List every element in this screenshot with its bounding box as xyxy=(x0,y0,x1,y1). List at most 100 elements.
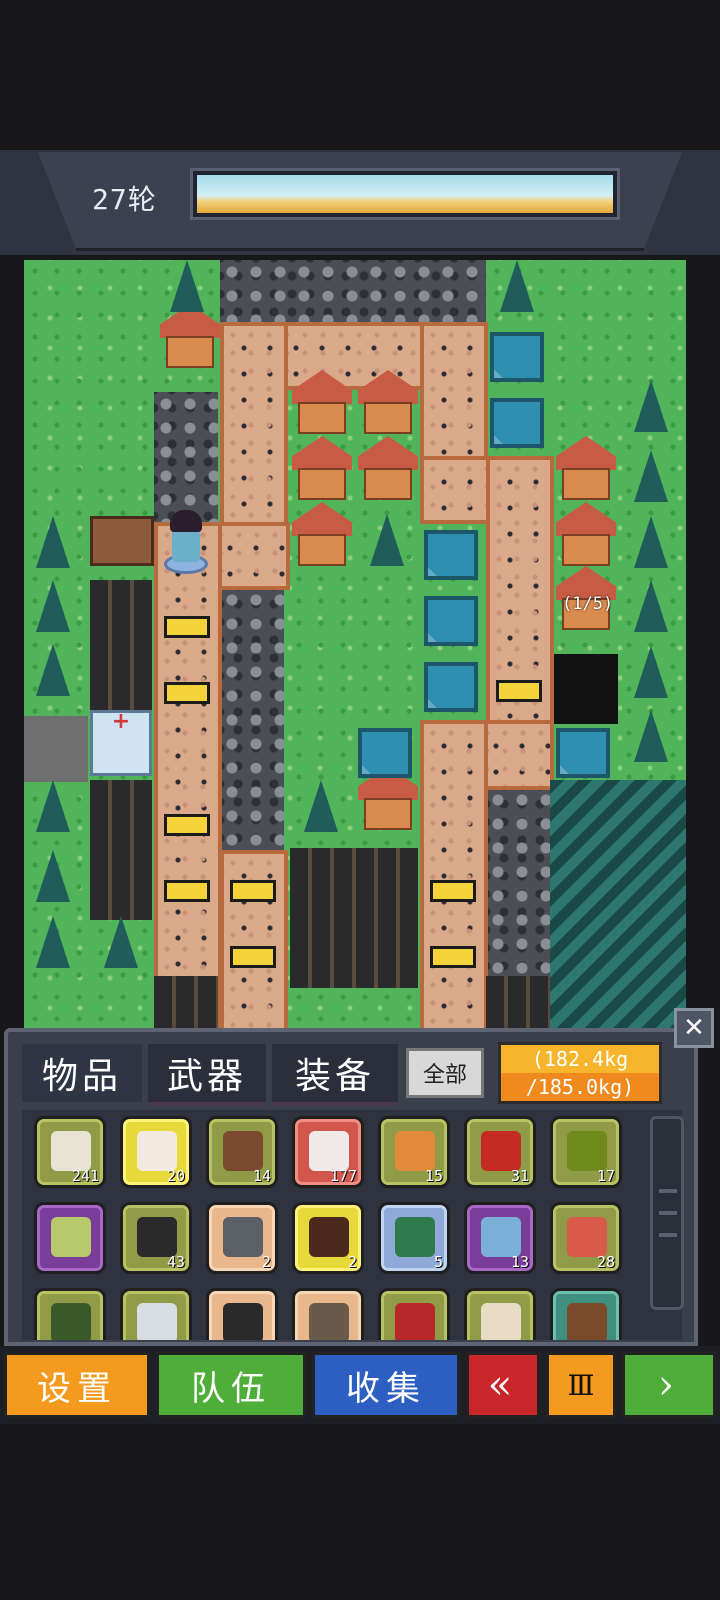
inventory-slot[interactable]: 31 xyxy=(464,1116,536,1188)
water-pool xyxy=(424,596,478,646)
house[interactable] xyxy=(556,436,616,502)
pine-tree xyxy=(500,260,534,312)
game-map[interactable]: (1/5) xyxy=(24,260,686,1050)
parking-lot xyxy=(24,716,88,782)
item-count: 13 xyxy=(510,1253,529,1271)
inventory-slot[interactable]: 177 xyxy=(292,1116,364,1188)
water-pool xyxy=(424,530,478,580)
pine-tree xyxy=(634,516,668,568)
hospital[interactable] xyxy=(90,710,152,776)
dense-forest xyxy=(550,780,686,1050)
item-count: 177 xyxy=(329,1167,357,1185)
inventory-slot[interactable] xyxy=(206,1288,278,1340)
cloth-icon xyxy=(137,1303,177,1340)
item-count: 2 xyxy=(261,1253,271,1271)
apple-icon xyxy=(567,1131,607,1171)
pause-button[interactable]: Ⅲ xyxy=(546,1352,616,1418)
pine-tree xyxy=(36,780,70,832)
inventory-grid: 241 20 14 177 15 31 17 43 2 2 5 13 28 xyxy=(22,1110,682,1340)
inventory-slot[interactable]: 13 xyxy=(464,1202,536,1274)
scroll-grip xyxy=(659,1211,677,1215)
pine-tree xyxy=(634,380,668,432)
inventory-slot[interactable] xyxy=(120,1288,192,1340)
chili-pepper-icon xyxy=(481,1131,521,1171)
crop-field xyxy=(90,780,152,920)
inventory-slot[interactable]: 15 xyxy=(378,1116,450,1188)
boots-icon xyxy=(137,1217,177,1257)
tab-equipment[interactable]: 装备 xyxy=(272,1044,398,1106)
bus-vehicle xyxy=(164,616,210,638)
inventory-slot[interactable] xyxy=(34,1288,106,1340)
pine-tree xyxy=(304,780,338,832)
collect-button[interactable]: 收集 xyxy=(312,1352,460,1418)
house[interactable] xyxy=(358,436,418,502)
bus-vehicle xyxy=(230,946,276,968)
liquor-bottle-icon xyxy=(309,1217,349,1257)
item-count: 14 xyxy=(252,1167,271,1185)
house[interactable] xyxy=(358,370,418,436)
rifle-icon xyxy=(223,1217,263,1257)
bus-vehicle xyxy=(164,880,210,902)
rewind-button[interactable]: « xyxy=(466,1352,540,1418)
house[interactable] xyxy=(292,502,352,568)
item-count: 28 xyxy=(596,1253,615,1271)
bus-vehicle xyxy=(430,946,476,968)
inventory-slot[interactable] xyxy=(292,1288,364,1340)
water-pool xyxy=(424,662,478,712)
pine-tree xyxy=(634,580,668,632)
play-button[interactable]: › xyxy=(622,1352,716,1418)
bus-vehicle xyxy=(164,814,210,836)
crop-field xyxy=(290,848,418,988)
inventory-slot[interactable]: 20 xyxy=(120,1116,192,1188)
inventory-slot[interactable]: 28 xyxy=(550,1202,622,1274)
weight-current: (182.4kg xyxy=(531,1047,629,1071)
pine-tree xyxy=(634,646,668,698)
bus-vehicle xyxy=(230,880,276,902)
meat-can-icon xyxy=(567,1217,607,1257)
tab-weapons[interactable]: 武器 xyxy=(148,1044,266,1106)
inventory-slot[interactable]: 14 xyxy=(206,1116,278,1188)
bus-vehicle xyxy=(496,680,542,702)
settings-button[interactable]: 设置 xyxy=(4,1352,150,1418)
shirt-icon xyxy=(481,1217,521,1257)
day-progress-fill xyxy=(197,175,613,213)
pine-tree xyxy=(36,644,70,696)
status-bar-area xyxy=(0,0,720,150)
canned-food-icon xyxy=(51,1217,91,1257)
item-count: 17 xyxy=(596,1167,615,1185)
water-pool xyxy=(490,332,544,382)
inventory-slot[interactable]: 2 xyxy=(292,1202,364,1274)
inventory-slot[interactable]: 241 xyxy=(34,1116,106,1188)
unexplored-tile xyxy=(554,654,618,724)
team-button[interactable]: 队伍 xyxy=(156,1352,306,1418)
inventory-slot[interactable]: 17 xyxy=(550,1116,622,1188)
rock-pile xyxy=(220,588,284,854)
inventory-slot[interactable]: 2 xyxy=(206,1202,278,1274)
filter-all-button[interactable]: 全部 xyxy=(406,1048,484,1098)
tab-items[interactable]: 物品 xyxy=(22,1044,142,1102)
inventory-slot[interactable] xyxy=(550,1288,622,1340)
bus-vehicle xyxy=(430,880,476,902)
weight-indicator: (182.4kg /185.0kg) xyxy=(498,1042,662,1104)
water-pool xyxy=(556,728,610,778)
house[interactable] xyxy=(556,502,616,568)
supplies-bottle-icon xyxy=(51,1131,91,1171)
inventory-slot[interactable]: 5 xyxy=(378,1202,450,1274)
house[interactable] xyxy=(292,370,352,436)
building-counter: (1/5) xyxy=(562,594,614,614)
inventory-slot[interactable] xyxy=(464,1288,536,1340)
bus-vehicle xyxy=(164,682,210,704)
medkit-bandage-icon xyxy=(309,1131,349,1171)
player-hair xyxy=(170,510,202,532)
bread-icon xyxy=(395,1131,435,1171)
inventory-slot[interactable] xyxy=(378,1288,450,1340)
inventory-slot[interactable] xyxy=(34,1202,106,1274)
close-icon[interactable]: ✕ xyxy=(674,1008,714,1048)
town-hall[interactable] xyxy=(90,516,154,566)
house[interactable] xyxy=(160,304,220,370)
pine-tree xyxy=(36,916,70,968)
inventory-scrollbar[interactable] xyxy=(650,1116,684,1310)
inventory-slot[interactable]: 43 xyxy=(120,1202,192,1274)
pine-tree xyxy=(36,516,70,568)
house[interactable] xyxy=(292,436,352,502)
